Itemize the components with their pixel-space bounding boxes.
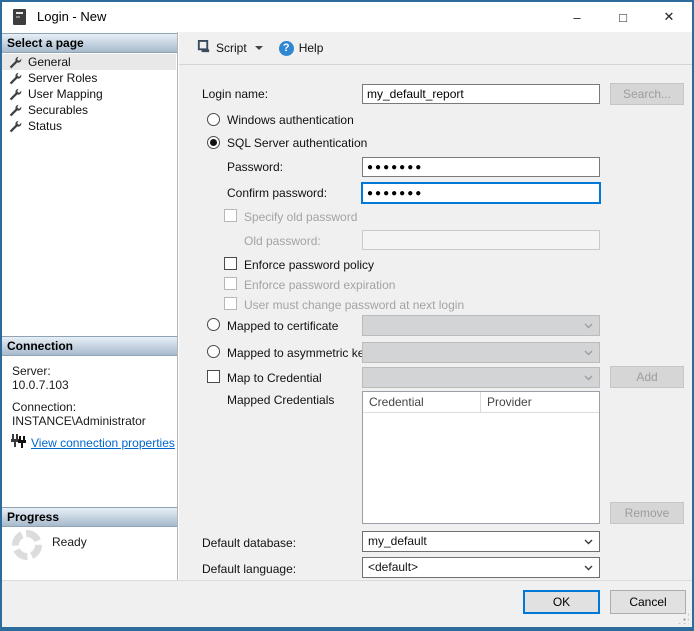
mapped-credentials-table[interactable]: Credential Provider xyxy=(362,391,600,524)
mapped-to-certificate-radio[interactable] xyxy=(207,318,220,331)
specify-old-password-checkbox[interactable] xyxy=(224,209,237,222)
sidebar-item-label: User Mapping xyxy=(28,87,103,101)
password-label: Password: xyxy=(227,160,283,174)
close-button[interactable]: ✕ xyxy=(646,2,692,32)
login-new-dialog: Login - New – □ ✕ Select a page General … xyxy=(0,0,694,631)
mapped-credentials-label: Mapped Credentials xyxy=(227,393,334,407)
old-password-input[interactable] xyxy=(362,230,600,250)
add-button[interactable]: Add xyxy=(610,366,684,388)
connection-value: INSTANCE\Administrator xyxy=(12,414,146,428)
connection-header: Connection xyxy=(2,336,177,356)
main-panel: Script ? Help Login name: Search... Wind… xyxy=(179,32,692,580)
chevron-down-icon xyxy=(584,350,593,356)
sidebar-item-label: General xyxy=(28,55,71,69)
default-language-combo[interactable]: <default> xyxy=(362,557,600,578)
minimize-button[interactable]: – xyxy=(554,2,600,32)
maximize-button[interactable]: □ xyxy=(600,2,646,32)
sidebar-item-user-mapping[interactable]: User Mapping xyxy=(2,86,176,102)
remove-button[interactable]: Remove xyxy=(610,502,684,524)
mapped-to-certificate-label: Mapped to certificate xyxy=(227,319,338,333)
enforce-password-expiration-checkbox[interactable] xyxy=(224,277,237,290)
help-icon: ? xyxy=(279,41,294,56)
wrench-icon xyxy=(9,120,22,133)
sidebar-item-general[interactable]: General xyxy=(2,54,176,70)
confirm-password-label: Confirm password: xyxy=(227,186,327,200)
sidebar-item-label: Securables xyxy=(28,103,88,117)
windows-authentication-radio[interactable] xyxy=(207,113,220,126)
sql-server-authentication-label: SQL Server authentication xyxy=(227,136,367,150)
toolbar: Script ? Help xyxy=(179,32,692,65)
chevron-down-icon xyxy=(584,539,593,545)
wrench-icon xyxy=(9,72,22,85)
script-icon xyxy=(196,39,211,57)
sidebar-item-server-roles[interactable]: Server Roles xyxy=(2,70,176,86)
default-language-value: <default> xyxy=(368,560,418,574)
old-password-label: Old password: xyxy=(244,234,321,248)
wrench-icon xyxy=(9,104,22,117)
select-a-page-header: Select a page xyxy=(2,33,177,53)
wrench-icon xyxy=(9,56,22,69)
sidebar-item-status[interactable]: Status xyxy=(2,118,176,134)
window-title: Login - New xyxy=(37,2,106,32)
column-header-credential[interactable]: Credential xyxy=(363,392,481,412)
credential-combo[interactable] xyxy=(362,367,600,388)
must-change-password-label: User must change password at next login xyxy=(244,298,464,312)
mapped-to-asymmetric-key-radio[interactable] xyxy=(207,345,220,358)
windows-authentication-label: Windows authentication xyxy=(227,113,354,127)
sidebar-item-label: Server Roles xyxy=(28,71,97,85)
connection-plug-icon xyxy=(10,434,26,451)
column-header-provider[interactable]: Provider xyxy=(481,392,599,412)
server-label: Server: xyxy=(12,364,51,378)
map-to-credential-checkbox[interactable] xyxy=(207,370,220,383)
script-button[interactable]: Script xyxy=(192,36,267,60)
login-name-input[interactable] xyxy=(362,84,600,104)
progress-spinner xyxy=(12,530,42,560)
sidebar: Select a page General Server Roles User … xyxy=(2,32,178,580)
confirm-password-input[interactable] xyxy=(361,182,601,204)
search-button[interactable]: Search... xyxy=(610,83,684,105)
chevron-down-icon xyxy=(584,375,593,381)
default-database-label: Default database: xyxy=(202,536,296,550)
login-dialog-icon xyxy=(13,9,26,25)
mapped-to-asymmetric-key-label: Mapped to asymmetric key xyxy=(227,346,370,360)
table-header-row: Credential Provider xyxy=(363,392,599,413)
sql-server-authentication-radio[interactable] xyxy=(207,136,220,149)
chevron-down-icon xyxy=(584,565,593,571)
ok-button[interactable]: OK xyxy=(523,590,600,614)
must-change-password-checkbox[interactable] xyxy=(224,297,237,310)
enforce-password-policy-label: Enforce password policy xyxy=(244,258,374,272)
sidebar-item-label: Status xyxy=(28,119,62,133)
connection-label: Connection: xyxy=(12,400,76,414)
script-label: Script xyxy=(216,41,247,55)
help-label: Help xyxy=(299,41,324,55)
chevron-down-icon xyxy=(255,46,263,50)
password-input[interactable] xyxy=(362,157,600,177)
titlebar: Login - New – □ ✕ xyxy=(2,2,692,32)
default-database-value: my_default xyxy=(368,534,427,548)
asymmetric-key-combo[interactable] xyxy=(362,342,600,363)
specify-old-password-label: Specify old password xyxy=(244,210,357,224)
enforce-password-policy-checkbox[interactable] xyxy=(224,257,237,270)
enforce-password-expiration-label: Enforce password expiration xyxy=(244,278,395,292)
chevron-down-icon xyxy=(584,323,593,329)
page-list: General Server Roles User Mapping Secura… xyxy=(2,54,176,134)
help-button[interactable]: ? Help xyxy=(275,38,328,59)
progress-status: Ready xyxy=(52,535,87,549)
wrench-icon xyxy=(9,88,22,101)
cancel-button[interactable]: Cancel xyxy=(610,590,686,614)
default-language-label: Default language: xyxy=(202,562,296,576)
default-database-combo[interactable]: my_default xyxy=(362,531,600,552)
login-name-label: Login name: xyxy=(202,87,268,101)
server-value: 10.0.7.103 xyxy=(12,378,69,392)
certificate-combo[interactable] xyxy=(362,315,600,336)
footer: OK Cancel xyxy=(2,580,692,627)
progress-header: Progress xyxy=(2,507,177,527)
view-connection-properties-link[interactable]: View connection properties xyxy=(31,436,175,450)
map-to-credential-label: Map to Credential xyxy=(227,371,322,385)
sidebar-item-securables[interactable]: Securables xyxy=(2,102,176,118)
